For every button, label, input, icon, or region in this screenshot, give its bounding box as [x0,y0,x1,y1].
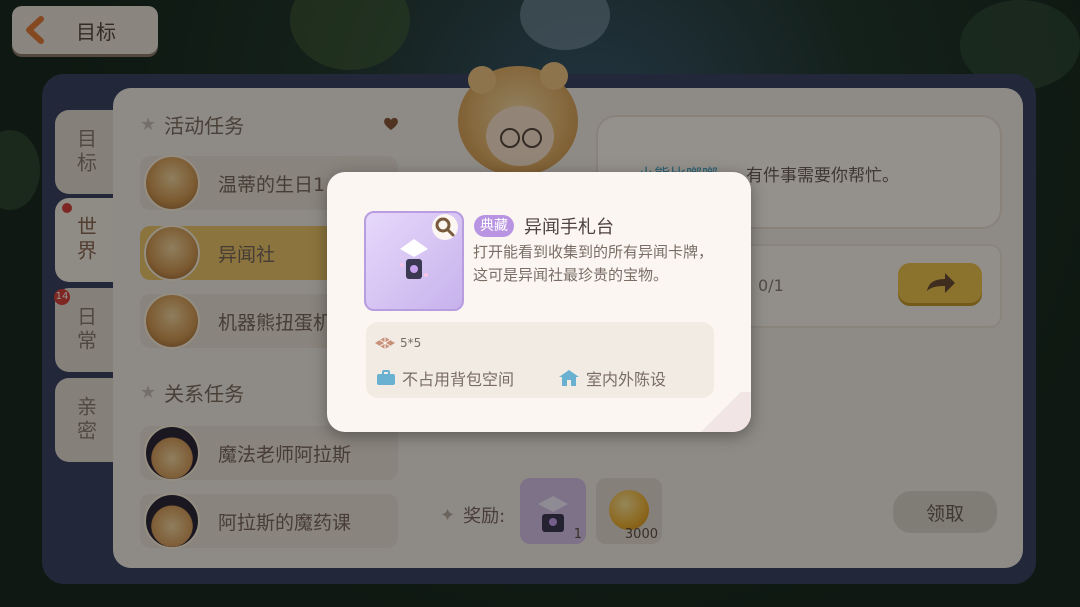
feature-label: 不占用背包空间 [402,370,515,389]
item-description: 打开能看到收集到的所有异闻卡牌，这可是异闻社最珍贵的宝物。 [473,243,714,284]
item-info-box: 5*5 不占用背包空间 室内外陈设 [366,322,714,398]
item-title: 异闻手札台 [524,217,614,238]
item-detail-popup: 典藏 异闻手札台 打开能看到收集到的所有异闻卡牌，这可是异闻社最珍贵的宝物。 5… [327,172,751,432]
popup-corner-decoration [691,392,751,432]
bag-icon [377,370,395,385]
rarity-tag: 典藏 [474,215,514,237]
house-icon [559,370,579,386]
magnify-icon[interactable] [432,214,458,240]
grid-size-icon [375,337,395,349]
feature-indoor-outdoor: 室内外陈设 [558,366,666,390]
notebook-stand-icon [400,239,428,279]
feature-no-bag-space: 不占用背包空间 [376,366,514,390]
item-size: 5*5 [374,336,421,350]
feature-label: 室内外陈设 [586,370,667,389]
item-size-text: 5*5 [400,336,422,350]
